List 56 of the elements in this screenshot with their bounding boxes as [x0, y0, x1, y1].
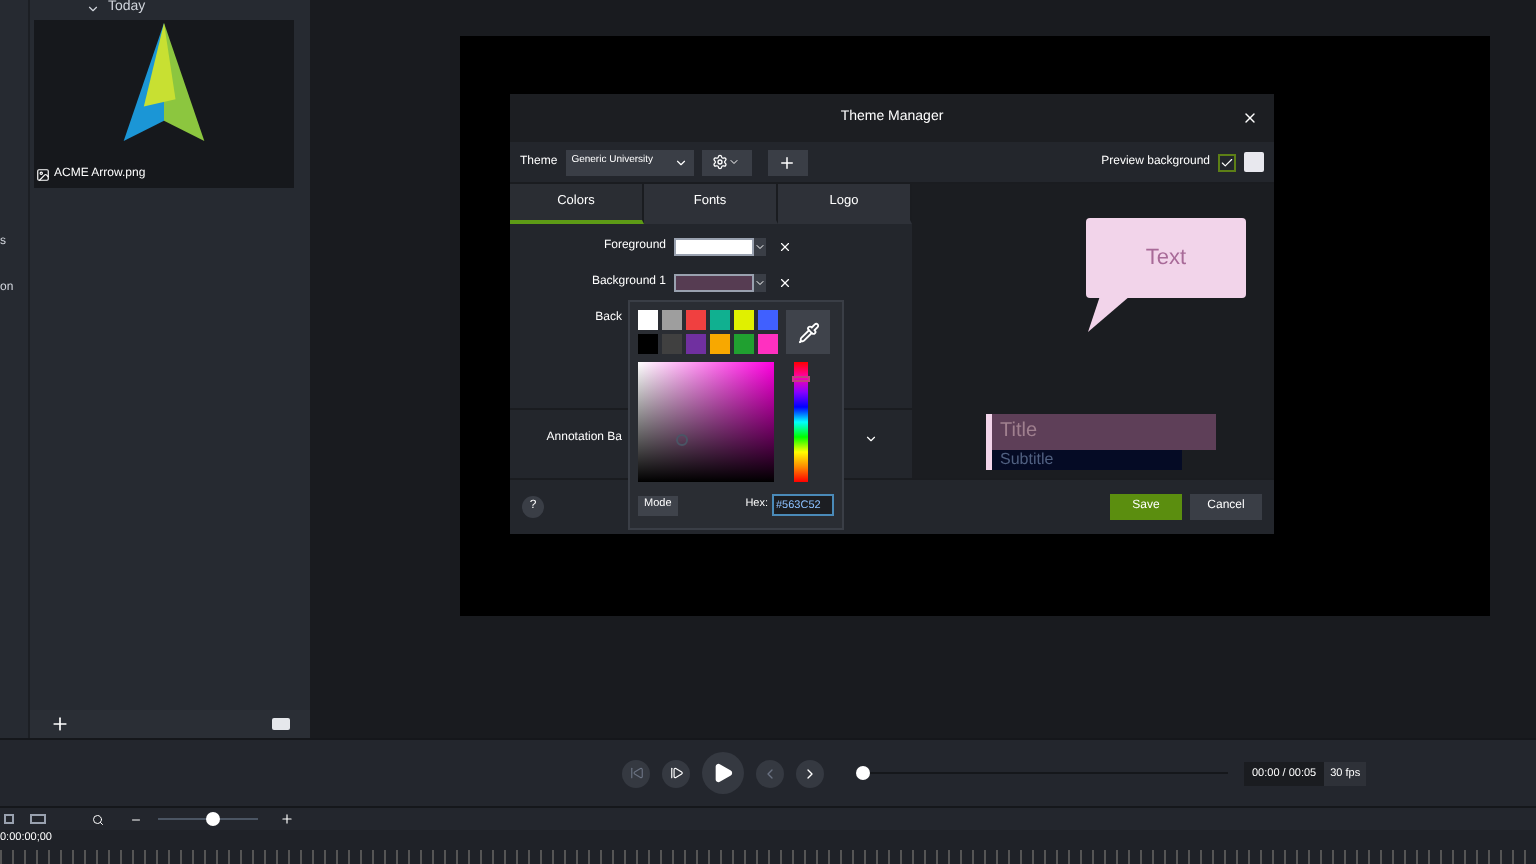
color-swatch[interactable]	[638, 310, 658, 330]
playhead-thumb[interactable]	[856, 766, 870, 780]
color-swatch[interactable]	[674, 273, 754, 291]
next-frame-button[interactable]	[662, 759, 690, 787]
image-icon	[36, 168, 50, 182]
expand-icon	[86, 2, 100, 16]
search-icon[interactable]	[92, 813, 104, 825]
preview-subtitle: Subtitle	[992, 450, 1182, 470]
playback-progress-track[interactable]	[856, 766, 1228, 780]
play-button[interactable]	[702, 752, 744, 794]
color-swatch[interactable]	[734, 310, 754, 330]
hue-slider-thumb[interactable]	[792, 375, 810, 382]
settings-button[interactable]	[701, 149, 752, 175]
callout-text: Text	[1145, 243, 1187, 274]
view-toggle-icon[interactable]	[272, 718, 290, 730]
settings-icon	[712, 154, 729, 170]
zoom-in-icon[interactable]	[280, 812, 294, 826]
close-icon[interactable]	[1242, 110, 1258, 126]
saturation-picker[interactable]	[638, 362, 774, 482]
previous-frame-button[interactable]	[622, 759, 650, 787]
plus-icon	[778, 153, 797, 171]
eyedropper-icon	[797, 321, 819, 343]
color-swatch[interactable]	[638, 334, 658, 354]
eyedropper-button[interactable]	[786, 310, 830, 354]
zoom-slider-thumb[interactable]	[206, 812, 221, 826]
next-button[interactable]	[796, 759, 824, 787]
preview-background-checkbox[interactable]	[1218, 153, 1236, 171]
skip-back-icon	[629, 766, 643, 780]
dropdown-icon[interactable]	[754, 237, 766, 255]
remove-icon[interactable]	[778, 239, 792, 253]
preview-title: Title	[992, 414, 1216, 450]
color-swatch[interactable]	[674, 237, 754, 255]
color-swatch[interactable]	[686, 310, 706, 330]
hue-slider[interactable]	[794, 362, 808, 482]
color-swatch[interactable]	[710, 310, 730, 330]
dropdown-icon[interactable]	[864, 431, 878, 445]
caret-icon	[673, 155, 688, 169]
remove-icon[interactable]	[778, 275, 792, 289]
play-icon	[712, 762, 734, 784]
add-icon[interactable]	[50, 714, 70, 734]
color-swatch[interactable]	[758, 310, 778, 330]
caret-icon	[728, 156, 741, 168]
picker-handle[interactable]	[676, 434, 688, 446]
color-swatch[interactable]	[710, 334, 730, 354]
color-swatch[interactable]	[758, 334, 778, 354]
step-forward-icon	[669, 766, 683, 780]
chevron-left-icon	[762, 765, 778, 781]
chevron-right-icon	[802, 765, 818, 781]
zoom-out-icon[interactable]	[130, 813, 142, 825]
color-swatch[interactable]	[662, 310, 682, 330]
color-swatch[interactable]	[686, 334, 706, 354]
timeline-tool-icon[interactable]	[4, 814, 14, 824]
dropdown-icon[interactable]	[754, 273, 766, 291]
add-button[interactable]	[767, 149, 808, 175]
preview-color-swatch[interactable]	[1244, 152, 1264, 172]
color-swatch[interactable]	[734, 334, 754, 354]
